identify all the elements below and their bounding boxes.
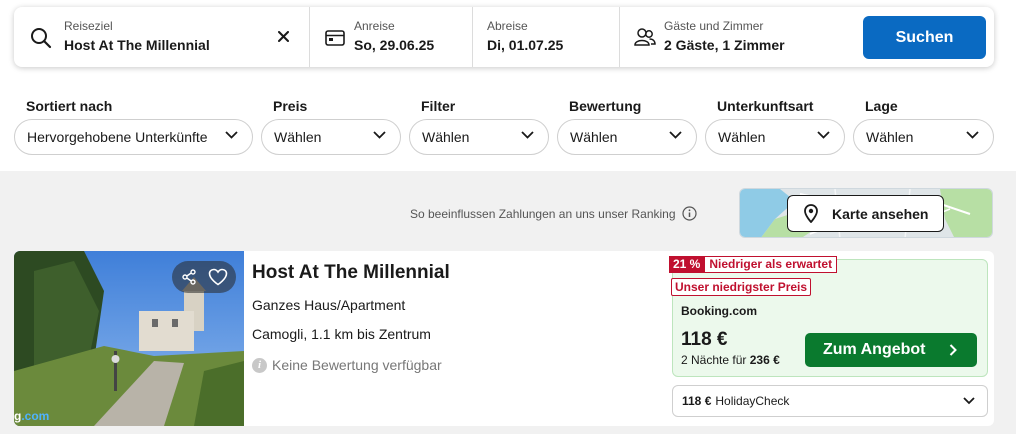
filter-sort: Sortiert nach Hervorgehobene Unterkünfte [14, 97, 253, 155]
photo-actions [172, 261, 236, 293]
search-bar: Reiseziel Host At The Millennial Anreise… [14, 7, 994, 67]
chevron-down-icon [963, 397, 975, 405]
destination-field[interactable]: Reiseziel Host At The Millennial [14, 7, 310, 67]
checkout-value: Di, 01.07.25 [487, 37, 564, 53]
rating-select-value: Wählen [570, 129, 618, 145]
property-type: Ganzes Haus/Apartment [252, 297, 406, 313]
destination-value[interactable]: Host At The Millennial [64, 37, 210, 53]
filter-filter: Filter Wählen [409, 97, 549, 155]
filter-price: Preis Wählen [261, 97, 401, 155]
filter-property-type: Unterkunftsart Wählen [705, 97, 845, 155]
alt-provider: HolidayCheck [715, 394, 790, 408]
show-map-label: Karte ansehen [832, 205, 929, 222]
lowest-price-badge: Unser niedrigster Preis [671, 278, 812, 296]
total-price: 236 € [749, 353, 780, 367]
location-select[interactable]: Wählen [853, 119, 994, 155]
chevron-down-icon [225, 131, 238, 139]
filter-filter-label: Filter [421, 98, 456, 114]
filter-sort-label: Sortiert nach [26, 98, 113, 114]
checkin-field[interactable]: Anreise So, 29.06.25 [310, 7, 473, 67]
price-select-value: Wählen [274, 129, 322, 145]
listing-photo[interactable]: g.com [14, 251, 244, 426]
checkout-label: Abreise [487, 19, 528, 33]
view-deal-label: Zum Angebot [823, 341, 926, 358]
ranking-note[interactable]: So beeinflussen Zahlungen an uns unser R… [410, 206, 697, 221]
nights-text: 2 Nächte für [681, 353, 747, 367]
share-icon[interactable] [181, 269, 197, 285]
rating-info-icon: i [252, 357, 267, 373]
map-pin-icon [804, 204, 818, 223]
sort-select[interactable]: Hervorgehobene Unterkünfte [14, 119, 253, 155]
info-icon[interactable] [681, 206, 697, 221]
chevron-down-icon [669, 131, 682, 139]
search-icon [31, 28, 52, 49]
checkin-label: Anreise [354, 19, 395, 33]
destination-label: Reiseziel [64, 19, 113, 33]
checkin-value: So, 29.06.25 [354, 37, 435, 53]
listing-card[interactable]: g.com Host At The Millennial Ganzes Haus… [14, 251, 994, 426]
rating-info: i Keine Bewertung verfügbar [252, 357, 442, 373]
discount-label: Niedriger als erwartet [704, 256, 838, 273]
chevron-right-icon [949, 344, 957, 356]
listing-location[interactable]: Camogli, 1.1 km bis Zentrum [252, 326, 431, 342]
location-select-value: Wählen [866, 129, 914, 145]
alt-price: 118 € [682, 394, 712, 408]
view-deal-button[interactable]: Zum Angebot [805, 333, 977, 367]
show-map-button[interactable]: Karte ansehen [787, 195, 944, 232]
heart-icon[interactable] [208, 268, 228, 286]
filter-property-type-label: Unterkunftsart [717, 98, 814, 114]
total-price-line: 2 Nächte für 236 € [681, 353, 780, 367]
price-select[interactable]: Wählen [261, 119, 401, 155]
filter-bar: Sortiert nach Hervorgehobene Unterkünfte… [14, 97, 994, 157]
chevron-down-icon [966, 131, 979, 139]
guests-label: Gäste und Zimmer [664, 19, 764, 33]
chevron-down-icon [373, 131, 386, 139]
filter-select[interactable]: Wählen [409, 119, 549, 155]
results-area: So beeinflussen Zahlungen an uns unser R… [0, 171, 1016, 434]
chevron-down-icon [521, 131, 534, 139]
sort-select-value: Hervorgehobene Unterkünfte [27, 129, 208, 145]
alternative-offers-select[interactable]: 118 € HolidayCheck [672, 385, 988, 417]
guests-icon [634, 28, 656, 46]
chevron-down-icon [817, 131, 830, 139]
search-button[interactable]: Suchen [863, 16, 986, 59]
filter-rating-label: Bewertung [569, 98, 642, 114]
rating-select[interactable]: Wählen [557, 119, 697, 155]
filter-select-value: Wählen [422, 129, 470, 145]
listing-title[interactable]: Host At The Millennial [252, 262, 450, 284]
filter-location: Lage Wählen [853, 97, 994, 155]
filter-location-label: Lage [865, 98, 898, 114]
clear-icon[interactable] [278, 31, 289, 42]
filter-rating: Bewertung Wählen [557, 97, 697, 155]
checkout-field[interactable]: Abreise Di, 01.07.25 [473, 7, 620, 67]
calendar-icon [325, 30, 345, 46]
discount-badge: 21 % Niedriger als erwartet [669, 256, 838, 273]
property-type-select-value: Wählen [718, 129, 766, 145]
discount-percent: 21 % [669, 256, 705, 273]
deal-provider: Booking.com [681, 304, 758, 318]
rating-text: Keine Bewertung verfügbar [272, 357, 442, 373]
guests-value: 2 Gäste, 1 Zimmer [664, 37, 785, 53]
photo-watermark: g.com [14, 409, 49, 423]
ranking-note-text: So beeinflussen Zahlungen an uns unser R… [410, 206, 676, 221]
filter-price-label: Preis [273, 98, 308, 114]
property-type-select[interactable]: Wählen [705, 119, 845, 155]
watermark-suffix: .com [21, 409, 50, 423]
deal-price: 118 € [681, 329, 728, 350]
